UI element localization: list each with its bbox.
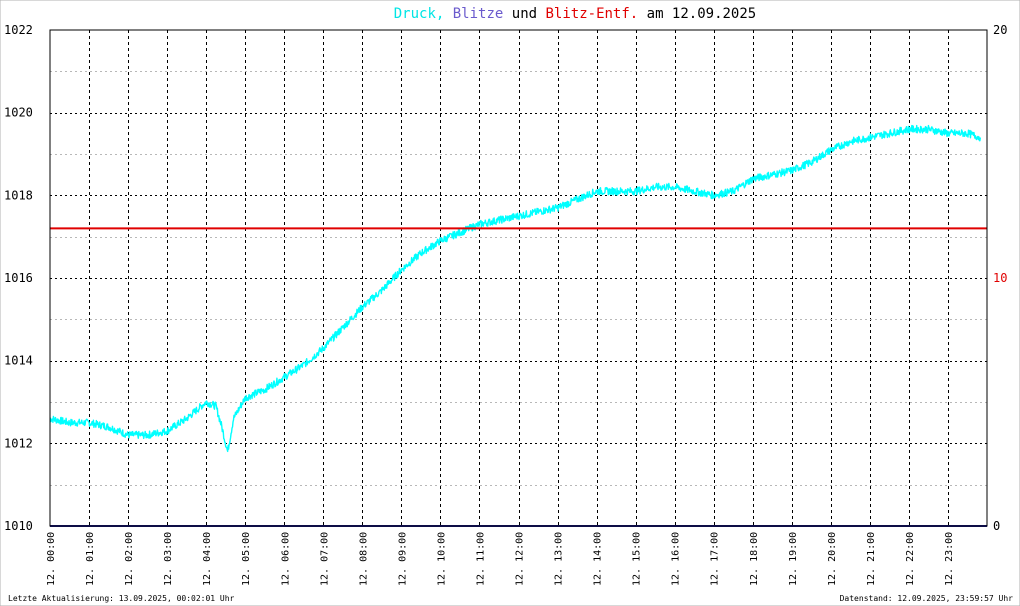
x-tick-label: 12. 01:00 (85, 532, 96, 586)
x-tick-label: 12. 14:00 (593, 532, 604, 586)
title-part: Blitz-Entf. (537, 6, 638, 22)
y-left-tick-label: 1016 (4, 271, 33, 285)
x-tick-label: 12. 04:00 (202, 532, 213, 586)
y-left-tick-label: 1018 (4, 188, 33, 202)
x-tick-label: 12. 02:00 (124, 532, 135, 586)
y-right-tick-label: 20 (993, 23, 1007, 37)
x-tick-label: 12. 13:00 (554, 532, 565, 586)
x-tick-label: 12. 00:00 (46, 532, 57, 586)
title-part: und (503, 6, 537, 22)
pressure-lightning-chart: Druck, Blitze und Blitz-Entf. am 12.09.2… (0, 0, 1020, 606)
title-part: am 12.09.2025 (638, 6, 756, 22)
x-tick-label: 12. 18:00 (749, 532, 760, 586)
x-tick-label: 12. 19:00 (788, 532, 799, 586)
y-right-tick-label: 0 (993, 519, 1000, 533)
y-right-tick-label: 10 (993, 271, 1007, 285)
footer-data-status: Datenstand: 12.09.2025, 23:59:57 Uhr (840, 594, 1014, 603)
title-part: Blitze (444, 6, 503, 22)
x-tick-label: 12. 05:00 (241, 532, 252, 586)
chart-background (0, 0, 1020, 606)
chart-title: Druck, Blitze und Blitz-Entf. am 12.09.2… (394, 6, 756, 22)
x-tick-label: 12. 08:00 (358, 532, 369, 586)
x-tick-label: 12. 21:00 (866, 532, 877, 586)
x-tick-label: 12. 23:00 (944, 532, 955, 586)
footer-last-update: Letzte Aktualisierung: 13.09.2025, 00:02… (8, 594, 235, 603)
x-tick-label: 12. 15:00 (632, 532, 643, 586)
y-left-tick-label: 1012 (4, 436, 33, 450)
x-tick-label: 12. 10:00 (436, 532, 447, 586)
x-tick-label: 12. 11:00 (475, 532, 486, 586)
x-tick-label: 12. 03:00 (163, 532, 174, 586)
x-tick-label: 12. 20:00 (827, 532, 838, 586)
x-tick-label: 12. 17:00 (710, 532, 721, 586)
y-left-tick-label: 1010 (4, 519, 33, 533)
x-tick-label: 12. 07:00 (319, 532, 330, 586)
y-left-tick-label: 1022 (4, 23, 33, 37)
x-tick-label: 12. 12:00 (515, 532, 526, 586)
y-left-tick-label: 1014 (4, 354, 33, 368)
x-tick-label: 12. 22:00 (905, 532, 916, 586)
x-tick-label: 12. 16:00 (671, 532, 682, 586)
y-left-tick-label: 1020 (4, 106, 33, 120)
title-part: Druck, (394, 6, 445, 22)
x-tick-label: 12. 06:00 (280, 532, 291, 586)
x-tick-label: 12. 09:00 (397, 532, 408, 586)
